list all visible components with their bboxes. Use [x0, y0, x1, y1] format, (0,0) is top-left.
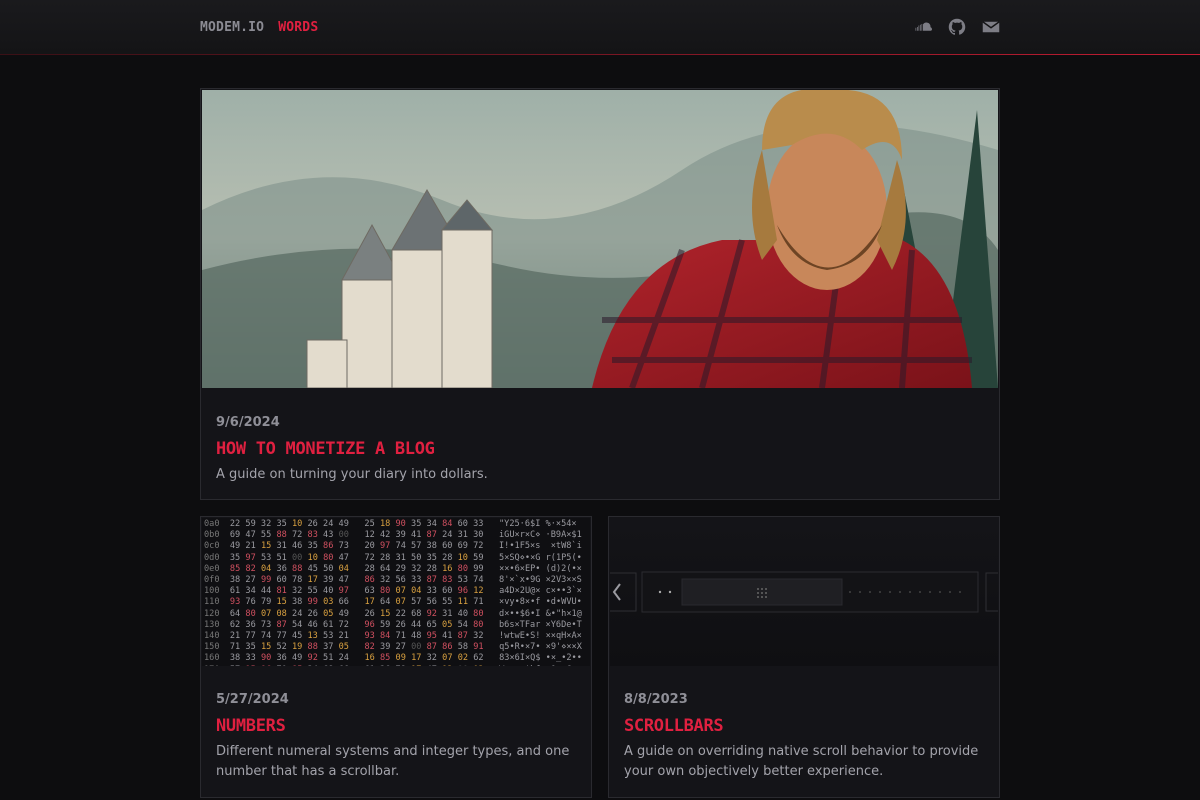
mail-icon[interactable] — [982, 18, 1000, 36]
hex-dump-thumbnail: 0a0 22 59 32 35 10 26 24 49 25 18 90 35 … — [202, 518, 590, 666]
post-description: A guide on turning your diary into dolla… — [216, 467, 488, 482]
post-date: 5/27/2024 — [216, 692, 289, 707]
brand-link[interactable]: MODEM.IO — [200, 20, 264, 35]
scrollbar-thumbnail — [610, 518, 998, 666]
post-meta: 5/27/2024 NUMBERS Different numeral syst… — [216, 692, 576, 782]
post-card-scrollbars[interactable]: 8/8/2023 SCROLLBARS A guide on overridin… — [608, 516, 1000, 798]
soundcloud-icon[interactable] — [914, 18, 932, 36]
post-description: Different numeral systems and integer ty… — [216, 744, 570, 779]
post-title[interactable]: SCROLLBARS — [624, 716, 984, 740]
post-date: 9/6/2024 — [216, 415, 280, 430]
hero-illustration — [202, 90, 998, 388]
post-title[interactable]: HOW TO MONETIZE A BLOG — [216, 439, 488, 463]
main-nav: MODEM.IO WORDS — [200, 20, 318, 35]
post-meta: 8/8/2023 SCROLLBARS A guide on overridin… — [624, 692, 984, 782]
post-card-numbers[interactable]: 0a0 22 59 32 35 10 26 24 49 25 18 90 35 … — [200, 516, 592, 798]
post-card-monetize[interactable]: 9/6/2024 HOW TO MONETIZE A BLOG A guide … — [200, 88, 1000, 500]
post-date: 8/8/2023 — [624, 692, 688, 707]
post-meta: 9/6/2024 HOW TO MONETIZE A BLOG A guide … — [216, 415, 488, 485]
post-title[interactable]: NUMBERS — [216, 716, 576, 740]
top-bar: MODEM.IO WORDS — [0, 0, 1200, 55]
nav-words-link[interactable]: WORDS — [278, 20, 318, 35]
post-description: A guide on overriding native scroll beha… — [624, 744, 979, 779]
social-links — [914, 18, 1000, 36]
github-icon[interactable] — [948, 18, 966, 36]
